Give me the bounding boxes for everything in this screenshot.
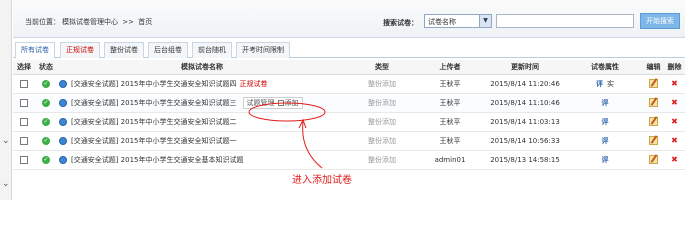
globe-icon [59,98,67,107]
breadcrumb-section[interactable]: 模拟试卷管理中心 [62,18,118,26]
breadcrumb-current[interactable]: 首页 [138,18,152,26]
row-checkbox[interactable] [20,79,28,88]
col-uploader: 上传者 [417,60,483,75]
annotation-text: 进入添加试卷 [292,175,352,186]
pencil-icon[interactable] [649,136,658,145]
attr-evaluate[interactable]: 评 [602,156,609,164]
top-bar: 当前位置： 模拟试卷管理中心 >> 首页 搜索试卷： 试卷名称 ▼ 开始搜索 [13,0,685,38]
question-manage-link[interactable]: 试题管理 [247,99,275,107]
breadcrumb: 当前位置： 模拟试卷管理中心 >> 首页 [25,17,154,27]
check-circle-icon: ✓ [42,117,50,126]
add-checkbox-label: 添加 [284,98,299,107]
table-row: ✓ [交通安全试题] 2015年中小学生交通安全知识试题四 正规试卷 整份添加 王… [13,74,685,94]
globe-icon [59,117,67,126]
col-edit: 编辑 [643,60,664,75]
update-time: 2015/8/13 14:58:15 [483,150,567,170]
row-checkbox[interactable] [20,98,28,107]
uploader: 王秋平 [417,131,483,151]
tab-bar: 所有试卷 正规试卷 整份试卷 后台组卷 前台随机 开考时间限制 [13,42,685,59]
update-time: 2015/8/14 11:20:46 [483,74,567,94]
update-time: 2015/8/14 11:10:46 [483,93,567,113]
attr-evaluate[interactable]: 评 [602,137,609,145]
table-row: ✓ [交通安全试题] 2015年中小学生交通安全知识试题一 整份添加 王秋平 2… [13,131,685,151]
check-circle-icon: ✓ [42,136,50,145]
col-status: 状态 [35,60,57,75]
paper-type[interactable]: 整份添加 [368,156,396,164]
row-checkbox[interactable] [20,117,28,126]
update-time: 2015/8/14 10:56:33 [483,131,567,151]
check-circle-icon: ✓ [42,98,50,107]
tab-frontend-random[interactable]: 前台随机 [192,42,232,58]
globe-icon [59,136,67,145]
table-row: ✓ [交通安全试题] 2015年中小学生交通安全知识试题二 整份添加 王秋平 2… [13,112,685,132]
x-icon[interactable]: ✖ [671,98,678,107]
pencil-icon[interactable] [649,155,658,164]
col-attributes: 试卷属性 [567,60,643,75]
x-icon[interactable]: ✖ [671,136,678,145]
globe-icon [59,155,67,164]
attr-evaluate[interactable]: 评 [602,99,609,107]
search-label: 搜索试卷： [383,19,418,27]
col-updated: 更新时间 [483,60,567,75]
tab-formal-papers[interactable]: 正规试卷 [60,42,100,58]
uploader: 王秋平 [417,93,483,113]
paper-type[interactable]: 整份添加 [368,80,396,88]
formal-tag: 正规试卷 [239,79,268,88]
paper-name[interactable]: [交通安全试题] 2015年中小学生交通安全知识试题一 [71,137,237,145]
add-checkbox[interactable] [277,99,284,106]
x-icon[interactable]: ✖ [671,79,678,88]
uploader: 王秋平 [417,112,483,132]
table-header: 选择 状态 模拟试卷名称 类型 上传者 更新时间 试卷属性 编辑 删除 [13,60,685,75]
left-rail: ⌄ ⌄ [0,0,12,200]
row-checkbox[interactable] [20,155,28,164]
chevron-down-icon[interactable]: ⌄ [2,179,10,189]
paper-name[interactable]: [交通安全试题] 2015年中小学生交通安全知识试题二 [71,118,237,126]
check-circle-icon: ✓ [42,79,50,88]
update-time: 2015/8/14 11:03:13 [483,112,567,132]
dropdown-arrow-icon: ▼ [479,15,491,27]
x-icon[interactable]: ✖ [671,117,678,126]
col-select: 选择 [13,60,35,75]
uploader: 王秋平 [417,74,483,94]
search-field-select[interactable]: 试卷名称 ▼ [424,14,492,28]
papers-table: 选择 状态 模拟试卷名称 类型 上传者 更新时间 试卷属性 编辑 删除 ✓ [交… [13,60,685,170]
attr-evaluate[interactable]: 评 [602,118,609,126]
breadcrumb-separator: >> [122,18,134,26]
tab-all-papers[interactable]: 所有试卷 [15,42,55,59]
breadcrumb-prefix: 当前位置： [25,18,60,26]
uploader: admin01 [417,150,483,170]
attr-evaluate[interactable]: 评 [596,80,603,88]
row-hover-popup: 试题管理 添加 [242,96,303,109]
col-type: 类型 [347,60,417,75]
paper-name[interactable]: [交通安全试题] 2015年中小学生交通安全知识试题四 [71,80,237,88]
pencil-icon[interactable] [649,98,658,107]
attr-real[interactable]: 实 [607,80,614,88]
paper-type[interactable]: 整份添加 [368,137,396,145]
paper-name[interactable]: [交通安全试题] 2015年中小学生交通安全知识试题三 [71,99,237,107]
search-input[interactable] [496,14,634,28]
paper-type[interactable]: 整份添加 [368,99,396,107]
tab-exam-time-limit[interactable]: 开考时间限制 [236,42,290,58]
check-circle-icon: ✓ [42,155,50,164]
table-row: ✓ [交通安全试题] 2015年中小学生交通安全基本知识试题 整份添加 admi… [13,150,685,170]
paper-name[interactable]: [交通安全试题] 2015年中小学生交通安全基本知识试题 [71,156,244,164]
col-name: 模拟试卷名称 [57,60,347,75]
tab-whole-papers[interactable]: 整份试卷 [104,42,144,58]
tab-backend-compose[interactable]: 后台组卷 [148,42,188,58]
search-select-value: 试卷名称 [428,18,456,26]
table-row: ✓ [交通安全试题] 2015年中小学生交通安全知识试题三 试题管理 添加 整份添加… [13,93,685,113]
search-button[interactable]: 开始搜索 [640,13,680,29]
col-delete: 删除 [664,60,685,75]
chevron-down-icon[interactable]: ⌄ [2,136,10,146]
pencil-icon[interactable] [649,117,658,126]
pencil-icon[interactable] [649,79,658,88]
x-icon[interactable]: ✖ [671,155,678,164]
globe-icon [59,79,67,88]
main-panel: 当前位置： 模拟试卷管理中心 >> 首页 搜索试卷： 试卷名称 ▼ 开始搜索 所有… [13,0,685,200]
row-checkbox[interactable] [20,136,28,145]
paper-type[interactable]: 整份添加 [368,118,396,126]
